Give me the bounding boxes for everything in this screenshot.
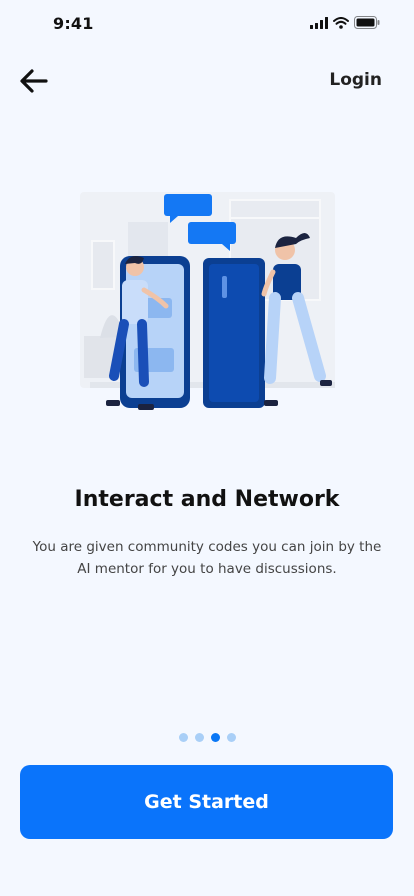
status-time: 9:41 [53, 14, 94, 33]
onboarding-description: You are given community codes you can jo… [32, 539, 382, 577]
cellular-signal-icon [310, 16, 328, 29]
status-icons [310, 16, 380, 29]
pagination-dot[interactable] [178, 733, 188, 742]
top-nav: Login [0, 58, 414, 104]
get-started-button[interactable]: Get Started [20, 765, 393, 839]
wifi-icon [333, 16, 349, 29]
pagination-dot[interactable] [194, 733, 204, 742]
arrow-left-icon [20, 69, 48, 93]
pagination-dots [0, 733, 414, 742]
pagination-dot[interactable] [226, 733, 236, 742]
status-bar: 9:41 [0, 0, 414, 46]
login-link[interactable]: Login [329, 70, 382, 90]
back-button[interactable] [18, 66, 50, 96]
onboarding-illustration [80, 192, 335, 410]
battery-icon [354, 16, 380, 29]
onboarding-title: Interact and Network [74, 487, 340, 512]
pagination-dot-active[interactable] [210, 733, 220, 742]
